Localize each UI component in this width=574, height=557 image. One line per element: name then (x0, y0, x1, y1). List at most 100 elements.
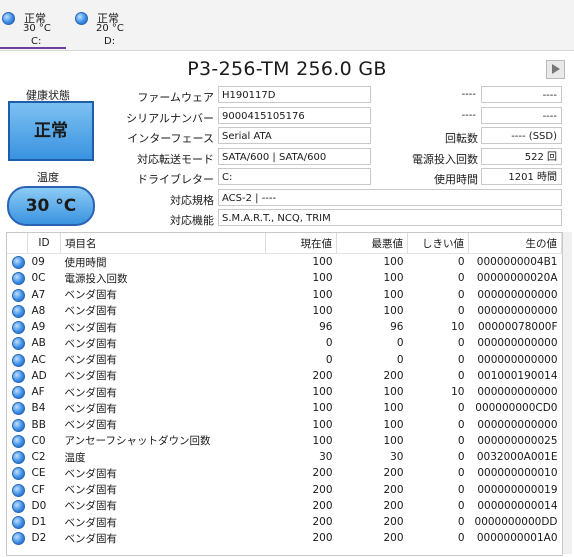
status-good-icon (75, 12, 88, 25)
temperature-badge[interactable]: 30 °C (7, 186, 95, 226)
table-row[interactable]: C0 アンセーフシャットダウン回数 100 100 0 000000000025 (7, 433, 562, 449)
cell-threshold: 0 (457, 304, 465, 317)
cell-threshold: 0 (457, 337, 465, 350)
drive-letter-value: C: (218, 168, 371, 185)
cell-current: 100 (312, 288, 333, 301)
cell-current: 100 (312, 386, 333, 399)
cell-worst: 96 (390, 321, 404, 334)
interface-label: インターフェース (127, 132, 214, 145)
next-drive-button[interactable] (546, 60, 565, 79)
power-on-hours-label: 使用時間 (434, 173, 478, 186)
cell-current: 0 (325, 353, 333, 366)
interface-value: Serial ATA (218, 127, 371, 144)
table-row[interactable]: AD ベンダ固有 200 200 0 001000190014 (7, 368, 562, 384)
cell-raw: 00000000020A (476, 272, 558, 285)
cell-raw: 000000000019 (477, 483, 558, 496)
table-row[interactable]: A8 ベンダ固有 100 100 0 000000000000 (7, 303, 562, 319)
standard-value: ACS-2 | ---- (218, 189, 562, 206)
drive-letter: C: (31, 36, 42, 47)
cell-threshold: 0 (457, 516, 465, 529)
header-id[interactable]: ID (27, 233, 61, 254)
header-name[interactable]: 項目名 (60, 233, 266, 254)
table-row[interactable]: A9 ベンダ固有 96 96 10 00000078000F (7, 319, 562, 335)
cell-threshold: 0 (457, 288, 465, 301)
cell-id: CE (31, 467, 46, 480)
table-row[interactable]: B4 ベンダ固有 100 100 0 000000000CD0 (7, 400, 562, 416)
cell-current: 100 (312, 434, 333, 447)
table-row[interactable]: AB ベンダ固有 0 0 0 000000000000 (7, 335, 562, 351)
cell-name: ベンダ固有 (64, 305, 118, 318)
cell-name: ベンダ固有 (64, 370, 118, 383)
status-good-icon (2, 12, 15, 25)
cell-current: 100 (312, 256, 333, 269)
table-row[interactable]: CE ベンダ固有 200 200 0 000000000010 (7, 465, 562, 481)
header-raw[interactable]: 生の値 (468, 233, 562, 254)
drive-tab-bar: 正常 30 °C C: 正常 20 °C D: (0, 0, 574, 51)
cell-name: 電源投入回数 (64, 272, 128, 285)
cell-id: D0 (31, 499, 47, 512)
cell-threshold: 0 (457, 532, 465, 545)
cell-worst: 200 (383, 516, 404, 529)
table-row[interactable]: A7 ベンダ固有 100 100 0 000000000000 (7, 287, 562, 303)
row-status-cell (7, 352, 28, 368)
table-row[interactable]: AF ベンダ固有 100 100 10 000000000000 (7, 384, 562, 400)
cell-current: 200 (312, 499, 333, 512)
cell-raw: 000000000000 (477, 386, 558, 399)
drive-letter: D: (104, 36, 116, 47)
status-good-icon (12, 532, 25, 546)
cell-id: C0 (31, 434, 46, 447)
row-status-cell (7, 254, 28, 271)
cell-raw: 000000000000 (477, 418, 558, 431)
cell-name: 使用時間 (64, 256, 107, 269)
table-row[interactable]: D2 ベンダ固有 200 200 0 0000000001A0 (7, 530, 562, 546)
row-status-cell (7, 303, 28, 319)
smart-attributes-table[interactable]: ID 項目名 現在値 最悪値 しきい値 生の値 09 使用時間 100 100 0 000… (6, 232, 563, 556)
table-row[interactable]: 09 使用時間 100 100 0 0000000004B1 (7, 254, 562, 271)
header-threshold[interactable]: しきい値 (407, 233, 469, 254)
health-status-badge[interactable]: 正常 (8, 101, 94, 161)
cell-current: 100 (312, 272, 333, 285)
table-row[interactable]: 0C 電源投入回数 100 100 0 00000000020A (7, 270, 562, 286)
table-row[interactable]: AC ベンダ固有 0 0 0 000000000000 (7, 352, 562, 368)
table-row[interactable]: D1 ベンダ固有 200 200 0 0000000000DD (7, 514, 562, 530)
cell-current: 96 (319, 321, 333, 334)
table-row[interactable]: D0 ベンダ固有 200 200 0 000000000014 (7, 498, 562, 514)
status-good-icon (12, 353, 25, 367)
cell-worst: 30 (390, 451, 404, 464)
firmware-label: ファームウェア (137, 91, 214, 104)
cell-worst: 200 (383, 483, 404, 496)
header-worst[interactable]: 最悪値 (336, 233, 408, 254)
cell-threshold: 0 (457, 369, 465, 382)
cell-current: 100 (312, 304, 333, 317)
cell-id: AB (31, 337, 46, 350)
temperature-label: 温度 (37, 171, 59, 184)
table-row[interactable]: CF ベンダ固有 200 200 0 000000000019 (7, 482, 562, 498)
drive-temperature: 20 °C (96, 23, 124, 34)
table-row[interactable]: BB ベンダ固有 100 100 0 000000000000 (7, 417, 562, 433)
cell-raw: 000000000CD0 (475, 402, 558, 415)
cell-name: ベンダ固有 (64, 321, 118, 334)
cell-worst: 100 (383, 272, 404, 285)
drive-tab-d[interactable]: 正常 20 °C D: (73, 8, 139, 48)
cell-threshold: 0 (457, 451, 465, 464)
status-good-icon (12, 516, 25, 529)
drive-tab-c[interactable]: 正常 30 °C C: (0, 8, 66, 49)
cell-id: CF (31, 483, 45, 496)
status-good-icon (12, 499, 25, 513)
cell-threshold: 0 (457, 483, 465, 496)
table-scrollbar[interactable] (563, 232, 572, 554)
table-row[interactable]: C2 温度 30 30 0 0032000A001E (7, 449, 562, 465)
unknown-label-2: ---- (461, 110, 476, 121)
header-current[interactable]: 現在値 (265, 233, 337, 254)
status-good-icon (12, 483, 25, 497)
cell-worst: 200 (383, 369, 404, 382)
cell-threshold: 0 (457, 499, 465, 512)
row-status-cell (7, 400, 28, 416)
header-icon-column (7, 233, 28, 254)
cell-current: 30 (319, 451, 333, 464)
features-value: S.M.A.R.T., NCQ, TRIM (218, 209, 562, 226)
drive-letter-label: ドライブレター (137, 173, 214, 186)
cell-id: D1 (31, 516, 47, 529)
serial-label: シリアルナンバー (126, 112, 214, 125)
cell-name: ベンダ固有 (64, 484, 118, 497)
